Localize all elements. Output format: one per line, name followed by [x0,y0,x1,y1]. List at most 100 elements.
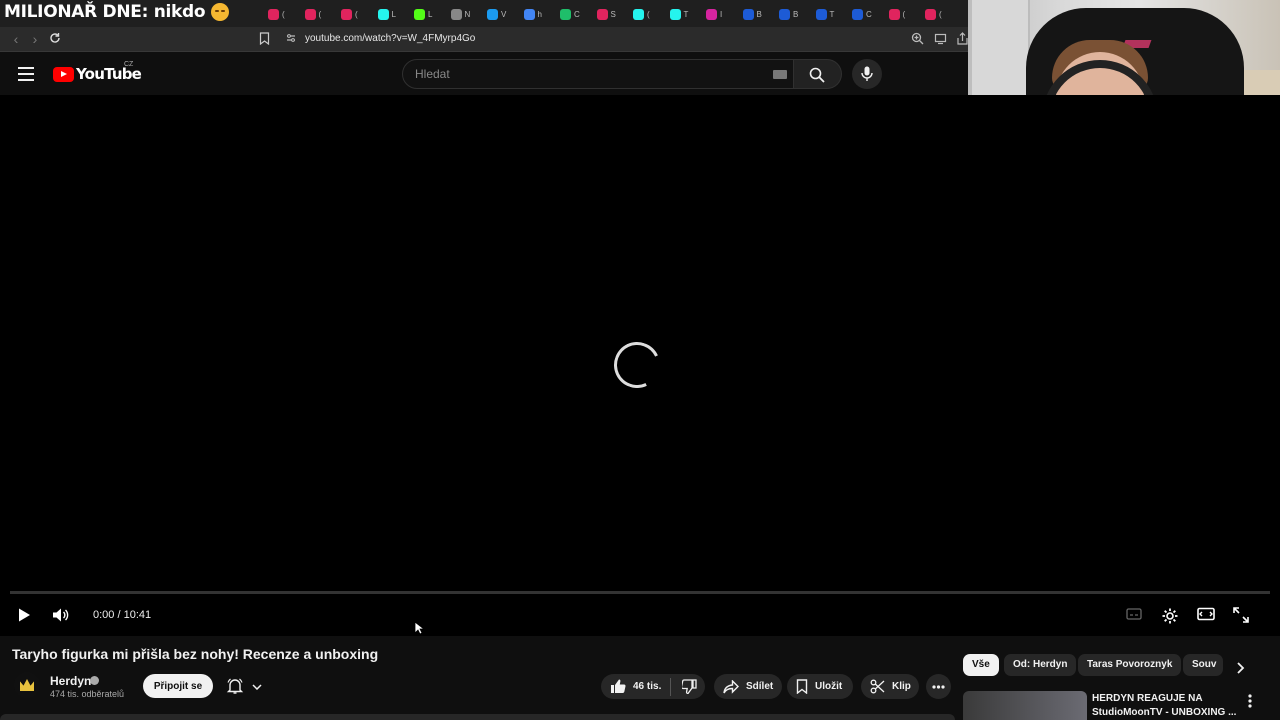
search-button[interactable] [794,59,842,89]
chip-related[interactable]: Souv [1183,654,1223,676]
browser-tab[interactable]: ( [268,7,285,21]
youtube-logo[interactable]: YouTube CZ [53,61,142,83]
join-button[interactable]: Připojit se [143,674,213,698]
clip-label: Klip [892,681,911,692]
notification-bell-button[interactable] [222,674,268,698]
tab-label: T [683,9,689,19]
overlay-title-text: MILIONAŘ DNE: nikdo [4,2,206,22]
dislike-button[interactable] [671,679,698,694]
browser-tab[interactable]: I [706,7,722,21]
save-label: Uložit [815,681,843,692]
clip-button[interactable]: Klip [861,674,919,699]
share-button[interactable]: Sdílet [714,674,782,699]
address-bar: ‹ › youtube.com/watch?v=W_4FMyrp4Go [0,27,968,52]
loading-spinner-icon [607,335,667,395]
browser-tab[interactable]: ( [304,7,322,21]
browser-tab[interactable]: S [596,7,616,21]
subtitles-icon[interactable] [1126,607,1144,625]
browser-tab[interactable]: ( [341,7,358,21]
forward-icon[interactable]: › [27,31,43,47]
thumbs-up-icon [611,679,626,694]
more-actions-button[interactable] [926,674,951,699]
settings-gear-icon[interactable] [1161,607,1179,625]
browser-tab[interactable]: L [377,7,396,21]
tab-favicon-icon [523,8,535,20]
youtube-header: YouTube CZ [0,53,968,95]
channel-avatar[interactable] [14,672,40,698]
share-label: Sdílet [746,681,774,692]
video-title: Taryho figurka mi přišla bez nohy! Recen… [12,646,379,662]
tab-favicon-icon [450,8,462,20]
bell-icon [226,678,244,694]
search-input[interactable] [415,67,755,81]
more-vertical-icon[interactable] [1248,694,1256,708]
hamburger-menu-icon[interactable] [18,67,34,81]
voice-search-button[interactable] [852,59,882,89]
browser-tab[interactable]: ( [633,7,650,21]
youtube-play-logo-icon [53,66,74,82]
volume-icon[interactable] [52,607,70,625]
tab-label: ( [318,9,322,19]
tab-label: L [391,9,396,19]
video-player[interactable]: 0:00 / 10:41 [0,95,1280,636]
like-button[interactable]: 46 tis. [601,679,670,694]
like-count: 46 tis. [633,681,662,692]
tab-favicon-icon [742,8,754,20]
recommended-video-thumbnail[interactable] [963,691,1087,720]
back-icon[interactable]: ‹ [8,31,24,47]
tab-favicon-icon [560,8,571,20]
browser-tab[interactable]: h [523,7,542,21]
url-text[interactable]: youtube.com/watch?v=W_4FMyrp4Go [305,33,475,44]
chip-from-channel[interactable]: Od: Herdyn [1004,654,1077,676]
browser-tab[interactable]: B [742,7,762,21]
mouse-cursor-icon [414,621,424,635]
bookmark-icon[interactable] [259,32,270,46]
channel-name[interactable]: Herdyn [50,674,91,688]
search-box [402,59,794,89]
browser-tab[interactable]: L [414,7,432,21]
chips-next-chevron-icon[interactable] [1230,658,1250,678]
tab-label: N [464,9,471,19]
tab-label: C [866,9,872,19]
cast-icon[interactable] [934,32,948,46]
fullscreen-icon[interactable] [1233,607,1251,625]
recommended-video-title[interactable]: HERDYN REAGUJE NA StudioMoonTV - UNBOXIN… [1092,692,1242,720]
browser-tab[interactable]: B [779,7,798,21]
tab-label: ( [902,9,906,19]
tab-label: I [720,9,723,19]
tab-favicon-icon [815,8,827,20]
tab-favicon-icon [414,8,425,20]
save-button[interactable]: Uložit [787,674,853,699]
zoom-icon[interactable] [911,32,925,46]
chip-all[interactable]: Vše [963,654,999,676]
tab-favicon-icon [596,8,608,20]
reload-icon[interactable] [47,31,63,47]
tab-favicon-icon [669,8,681,20]
site-info-icon[interactable] [286,33,296,43]
play-button-icon[interactable] [16,607,34,625]
tab-favicon-icon [633,8,644,20]
tab-favicon-icon [268,8,279,20]
chevron-down-icon [252,684,262,690]
player-controls: 0:00 / 10:41 [0,600,1280,630]
browser-tab[interactable]: ( [925,7,942,21]
browser-tab[interactable]: T [669,7,689,21]
browser-tab[interactable]: ( [888,7,906,21]
tab-favicon-icon [706,8,717,20]
browser-tab[interactable]: N [450,7,471,21]
browser-tab[interactable]: C [852,7,872,21]
keyboard-icon[interactable] [773,70,787,79]
chip-related-person[interactable]: Taras Povoroznyk [1078,654,1182,676]
more-horizontal-icon [932,684,945,689]
browser-tab[interactable]: V [487,7,506,21]
progress-bar[interactable] [10,591,1270,594]
browser-tab[interactable]: T [815,7,834,21]
sad-face-emoji-icon [211,3,230,21]
region-code: CZ [124,61,134,68]
description-box-edge [0,714,955,720]
save-icon [796,679,808,694]
browser-tab[interactable]: C [560,7,580,21]
microphone-icon [861,66,873,81]
theater-mode-icon[interactable] [1197,607,1215,625]
tab-favicon-icon [888,8,900,20]
